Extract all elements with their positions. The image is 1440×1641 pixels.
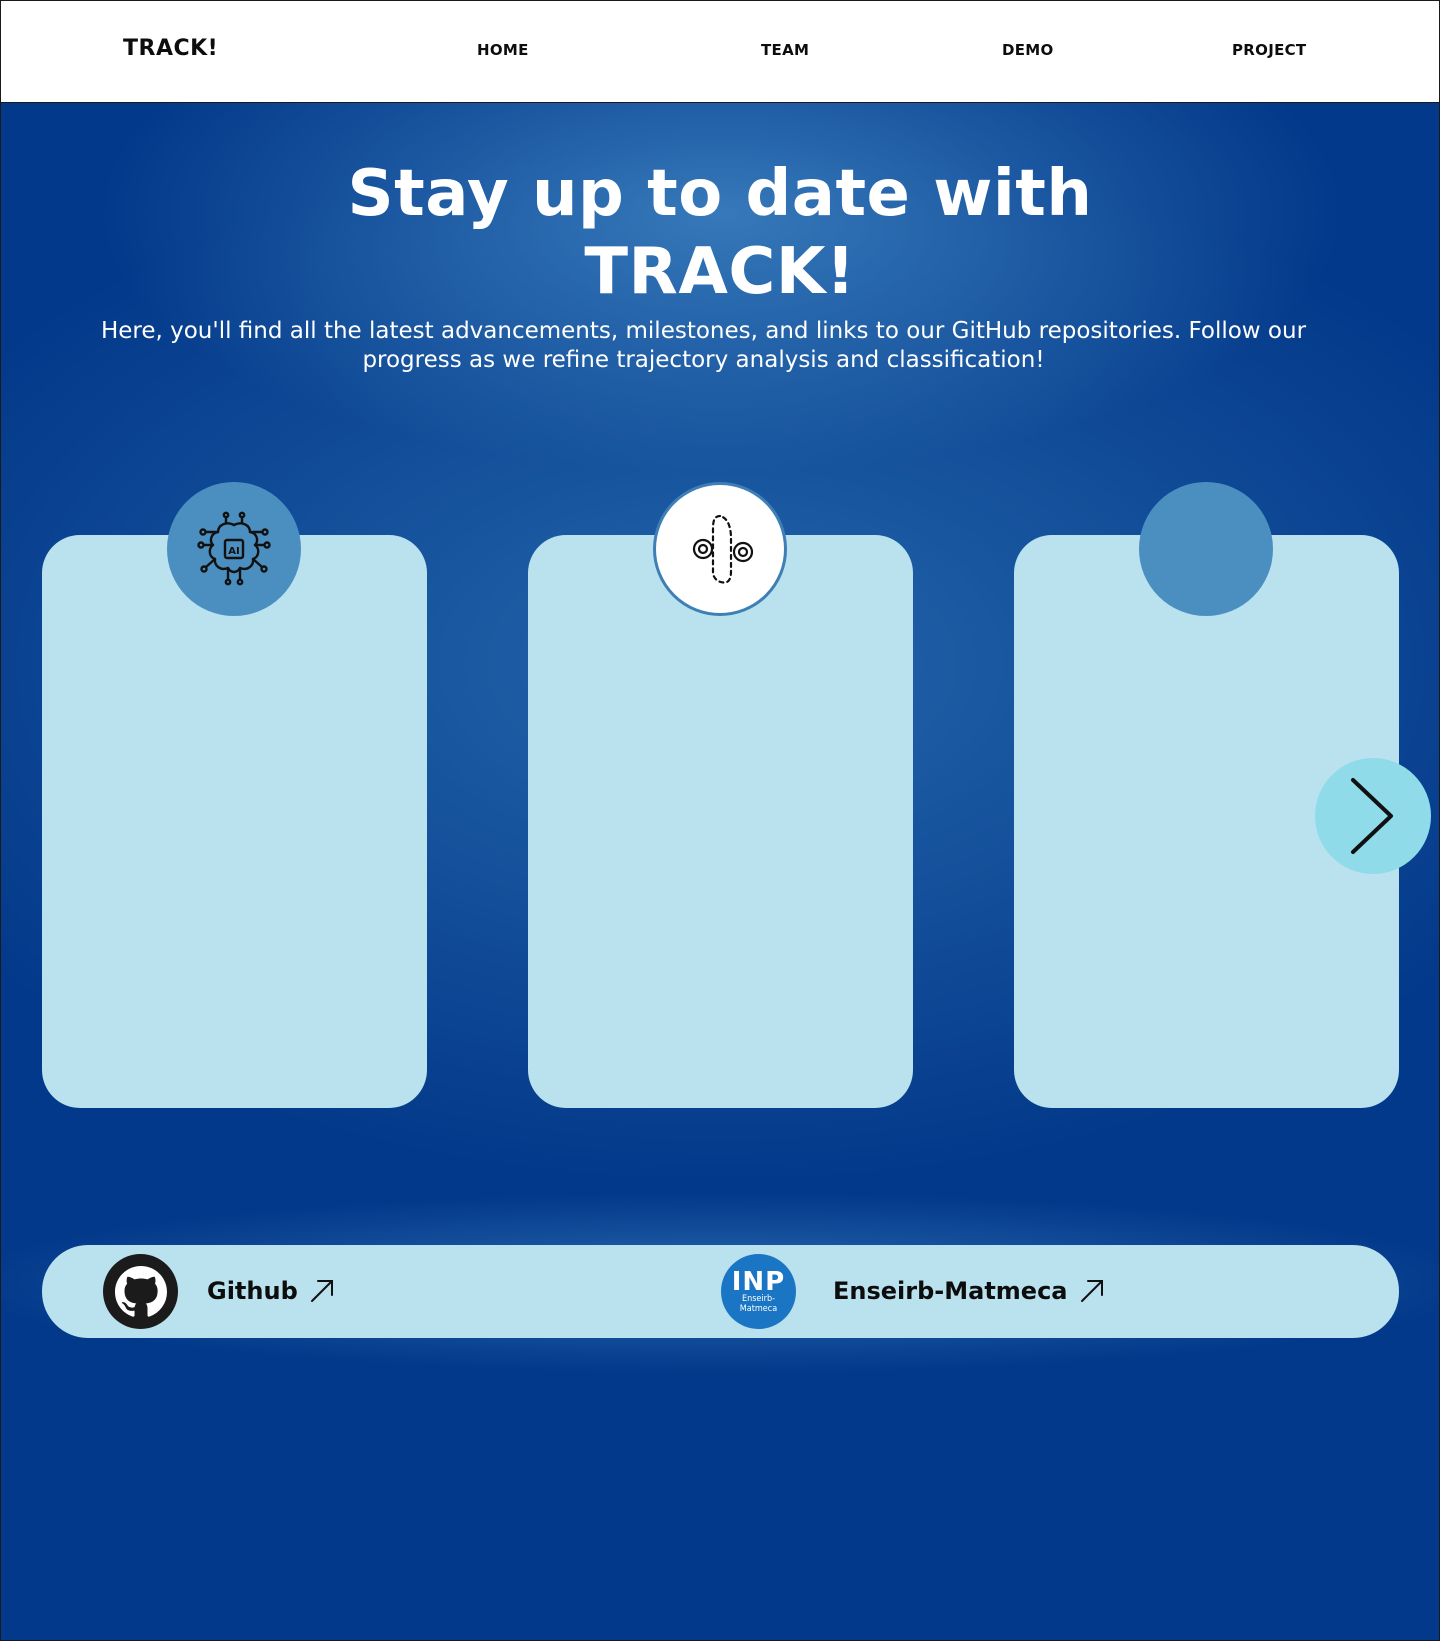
inp-logo-subtext-2: Matmeca	[739, 1303, 778, 1314]
hero-subtitle: Here, you'll find all the latest advance…	[100, 318, 1307, 373]
chevron-right-icon	[1351, 778, 1393, 854]
github-icon	[114, 1265, 167, 1317]
update-card-2[interactable]	[528, 535, 913, 1108]
external-arrow-icon	[1080, 1280, 1103, 1302]
external-arrow-icon	[310, 1280, 333, 1302]
enseirb-link-label: Enseirb-Matmeca	[833, 1277, 1068, 1305]
page-frame: TRACK! HOME TEAM DEMO PROJECT Stay up to…	[0, 0, 1440, 1641]
main-section: Stay up to date with TRACK! Here, you'll…	[1, 103, 1439, 1640]
ai-brain-icon: AI	[197, 511, 271, 586]
svg-text:AI: AI	[228, 546, 239, 557]
nav-home[interactable]: HOME	[477, 41, 529, 59]
update-card-1[interactable]	[42, 535, 427, 1108]
carousel-next-button[interactable]	[1315, 758, 1431, 874]
hero-title-line-2: TRACK!	[584, 235, 856, 309]
inp-logo-subtext-1: Enseirb-	[741, 1293, 776, 1304]
enseirb-matmeca-link[interactable]: Enseirb-Matmeca	[833, 1277, 1106, 1305]
card-3-badge	[1139, 482, 1273, 616]
trajectory-path-icon	[692, 514, 754, 584]
brand-logo[interactable]: TRACK!	[123, 36, 218, 61]
hero-title: Stay up to date with TRACK!	[1, 155, 1439, 311]
nav-demo[interactable]: DEMO	[1002, 41, 1054, 59]
navbar: TRACK! HOME TEAM DEMO PROJECT	[1, 1, 1439, 103]
inp-enseirb-logo[interactable]: INP Enseirb- Matmeca	[721, 1254, 796, 1329]
github-logo[interactable]	[103, 1254, 178, 1329]
nav-project[interactable]: PROJECT	[1232, 41, 1306, 59]
hero-title-line-1: Stay up to date with	[347, 157, 1093, 231]
github-link[interactable]: Github	[207, 1277, 336, 1305]
card-1-badge: AI	[167, 482, 301, 616]
inp-logo-text: INP	[731, 1266, 786, 1297]
links-bar: Github INP Enseirb- Matmeca Enseirb-Matm…	[42, 1245, 1399, 1338]
nav-team[interactable]: TEAM	[761, 41, 809, 59]
github-link-label: Github	[207, 1277, 298, 1305]
card-2-badge	[653, 482, 787, 616]
